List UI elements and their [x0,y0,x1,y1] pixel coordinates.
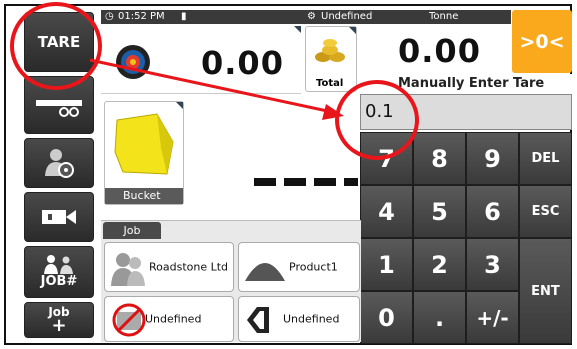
vehicle-card[interactable]: Undefined [104,296,234,342]
key-6[interactable]: 6 [466,185,519,238]
customer-icon [111,253,145,286]
video-camera-icon [42,210,76,224]
bucket-label: Bucket [105,188,183,204]
highlight-circle-tare [10,2,102,90]
status-label: Undefined [321,11,373,22]
keypad: 7 8 9 DEL 4 5 6 ESC 1 2 3 ENT 0 . +/- [360,132,572,344]
total-value: 0.00 [398,32,481,70]
tab-job[interactable]: Job [103,222,161,239]
coins-icon [315,39,345,62]
weight-value: 0.00 [201,44,284,82]
key-2[interactable]: 2 [413,238,466,291]
status-icon: ⚙ [307,11,316,22]
dash [284,178,306,186]
key-ent[interactable]: ENT [519,238,572,344]
truck-axle-icon [36,100,82,117]
customer-card[interactable]: Roadstone Ltd [104,242,234,292]
dash [254,178,276,186]
job-panel: Job Roadstone Ltd Product1 Undefined Und… [101,220,361,342]
destination-name: Undefined [283,312,340,326]
product-card[interactable]: Product1 [238,242,360,292]
key-decimal[interactable]: . [413,291,466,344]
target-icon [116,45,150,79]
key-del[interactable]: DEL [519,132,572,185]
key-8[interactable]: 8 [413,132,466,185]
corner-marker [349,27,356,34]
operator-wheel-icon [45,149,74,178]
key-9[interactable]: 9 [466,132,519,185]
plus-icon: + [51,315,67,336]
operator-button[interactable] [24,138,94,188]
dash [344,178,358,186]
key-plus-minus[interactable]: +/- [466,291,519,344]
corner-marker [294,26,301,33]
clock-icon: ◷ [105,11,114,22]
add-job-button[interactable]: Job + [24,302,94,338]
dash [314,178,336,186]
key-3[interactable]: 3 [466,238,519,291]
destination-card[interactable]: Undefined [238,296,360,342]
weight-readout: 0.00 [101,26,301,94]
clock-time: 01:52 PM [118,11,165,22]
key-5[interactable]: 5 [413,185,466,238]
people-icon [44,255,73,274]
total-tile[interactable]: Total [305,26,357,92]
product-name: Product1 [289,260,338,274]
customer-name: Roadstone Ltd [149,260,229,274]
camera-button[interactable] [24,192,94,242]
total-label: Total [316,78,344,89]
corner-marker [176,102,183,109]
key-esc[interactable]: ESC [519,185,572,238]
key-4[interactable]: 4 [360,185,413,238]
no-vehicle-icon [112,303,146,337]
highlight-circle-input [335,80,419,160]
bucket-icon [114,113,174,175]
key-0[interactable]: 0 [360,291,413,344]
battery-icon: ▮ [181,11,187,22]
vehicle-name: Undefined [145,312,202,326]
zero-button[interactable]: >0< [512,10,572,73]
unit-label: Tonne [429,11,459,22]
job-number-button[interactable]: JOB# [24,246,94,298]
product-icon [245,263,285,281]
key-1[interactable]: 1 [360,238,413,291]
bucket-tile[interactable]: Bucket [104,101,184,205]
status-bar: ◷ 01:52 PM ▮ ⚙ Undefined Tonne [101,10,511,24]
back-arrow-icon [247,307,269,333]
